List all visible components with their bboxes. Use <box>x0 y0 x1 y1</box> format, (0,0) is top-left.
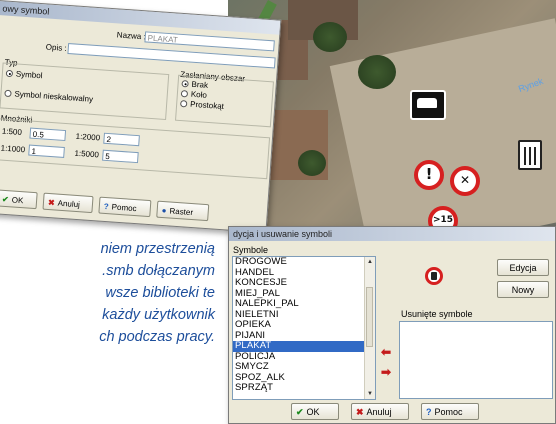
move-right-arrow-icon[interactable]: ➡ <box>381 365 391 379</box>
symbol-list-item[interactable]: SPRZĄT <box>233 382 375 394</box>
move-left-arrow-icon[interactable]: ⬅ <box>381 345 391 359</box>
cancel-label: Anuluj <box>57 198 81 210</box>
cover-option-label: Brak <box>191 79 209 90</box>
edit-button[interactable]: Edycja <box>497 259 549 276</box>
symbols-label: Symbole <box>233 245 269 255</box>
raster-label: Raster <box>169 206 194 218</box>
ok-button[interactable]: ✔ OK <box>0 189 38 210</box>
name-label: Nazwa : <box>116 30 147 42</box>
doc-line: .smb dołączanym <box>102 263 215 279</box>
ok-button[interactable]: ✔ OK <box>291 403 339 420</box>
help-button[interactable]: ? Pomoc <box>421 403 479 420</box>
scale-label: 1:1000 <box>0 143 26 155</box>
trash-bin-icon[interactable] <box>518 140 542 170</box>
question-icon: ? <box>426 407 432 417</box>
cancel-button[interactable]: ✖ Anuluj <box>42 192 94 214</box>
dialog-title: dycja i usuwanie symboli <box>229 227 555 241</box>
symbol-list-item[interactable]: PLAKAT <box>233 340 375 352</box>
symbols-list[interactable]: DROGOWE HANDEL KONCESJE MIEJ_PAL NALEPKI_PAL… <box>232 256 376 400</box>
check-icon: ✔ <box>296 407 304 417</box>
car-sign-icon[interactable] <box>410 90 446 120</box>
x-icon: ✖ <box>356 407 364 417</box>
symbol-list-item[interactable]: OPIEKA <box>233 319 375 331</box>
tree <box>358 55 396 89</box>
symbol-list-item[interactable]: KONCESJE <box>233 277 375 289</box>
exclamation-sign-icon[interactable]: ! <box>414 160 444 190</box>
doc-line: ch podczas pracy. <box>99 329 215 345</box>
symbol-list-item[interactable]: DROGOWE <box>233 257 375 268</box>
no-drinking-sign-icon[interactable]: ✕ <box>450 166 480 196</box>
scroll-up-icon[interactable]: ▲ <box>365 257 375 267</box>
scale-label: 1:500 <box>1 126 23 137</box>
cancel-label: Anuluj <box>366 407 392 417</box>
symbol-preview-icon <box>425 267 443 285</box>
symbol-list-item[interactable]: NALEPKI_PAL <box>233 298 375 310</box>
description-label: Opis : <box>45 42 68 53</box>
question-icon: ? <box>103 201 110 212</box>
list-scrollbar[interactable]: ▲ ▼ <box>364 257 375 399</box>
doc-line: każdy użytkownik <box>102 307 215 323</box>
scroll-thumb[interactable] <box>366 287 373 347</box>
new-symbol-dialog: owy symbol Nazwa : PLAKAT Opis : Typ Sym… <box>0 0 282 234</box>
raster-icon: ● <box>161 205 167 216</box>
scale-1000-field[interactable]: 1 <box>28 144 65 158</box>
raster-button[interactable]: ● Raster <box>156 200 210 222</box>
removed-symbols-label: Usunięte symbole <box>401 309 473 319</box>
name-field[interactable]: PLAKAT <box>144 31 275 52</box>
cover-option-label: Koło <box>190 89 208 100</box>
doc-line: niem przestrzenią <box>100 241 215 257</box>
removed-symbols-list[interactable] <box>399 321 553 399</box>
ok-label: OK <box>306 407 320 417</box>
help-button[interactable]: ? Pomoc <box>98 196 152 218</box>
scale-500-field[interactable]: 0.5 <box>29 127 67 142</box>
cancel-button[interactable]: ✖ Anuluj <box>351 403 409 420</box>
check-icon: ✔ <box>1 194 10 205</box>
x-icon: ✖ <box>47 197 55 208</box>
new-button[interactable]: Nowy <box>497 281 549 298</box>
ok-label: OK <box>11 195 24 206</box>
scale-5000-field[interactable]: 5 <box>102 149 139 164</box>
doc-line: wsze biblioteki te <box>105 285 215 301</box>
symbol-list-item[interactable]: SMYCZ <box>233 361 375 373</box>
tree <box>313 22 347 52</box>
document-paragraph: niem przestrzenią .smb dołączanym wsze b… <box>0 238 215 348</box>
scale-label: 1:2000 <box>75 131 101 143</box>
type-option-label: Symbol <box>15 69 43 81</box>
scale-label: 1:5000 <box>74 148 100 160</box>
scale-2000-field[interactable]: 2 <box>103 132 140 147</box>
edit-symbols-dialog: dycja i usuwanie symboli Symbole DROGOWE… <box>228 226 556 424</box>
town-square <box>329 18 556 232</box>
scroll-down-icon[interactable]: ▼ <box>365 389 375 399</box>
help-label: Pomoc <box>111 202 137 214</box>
help-label: Pomoc <box>434 407 463 417</box>
tree <box>298 150 326 176</box>
